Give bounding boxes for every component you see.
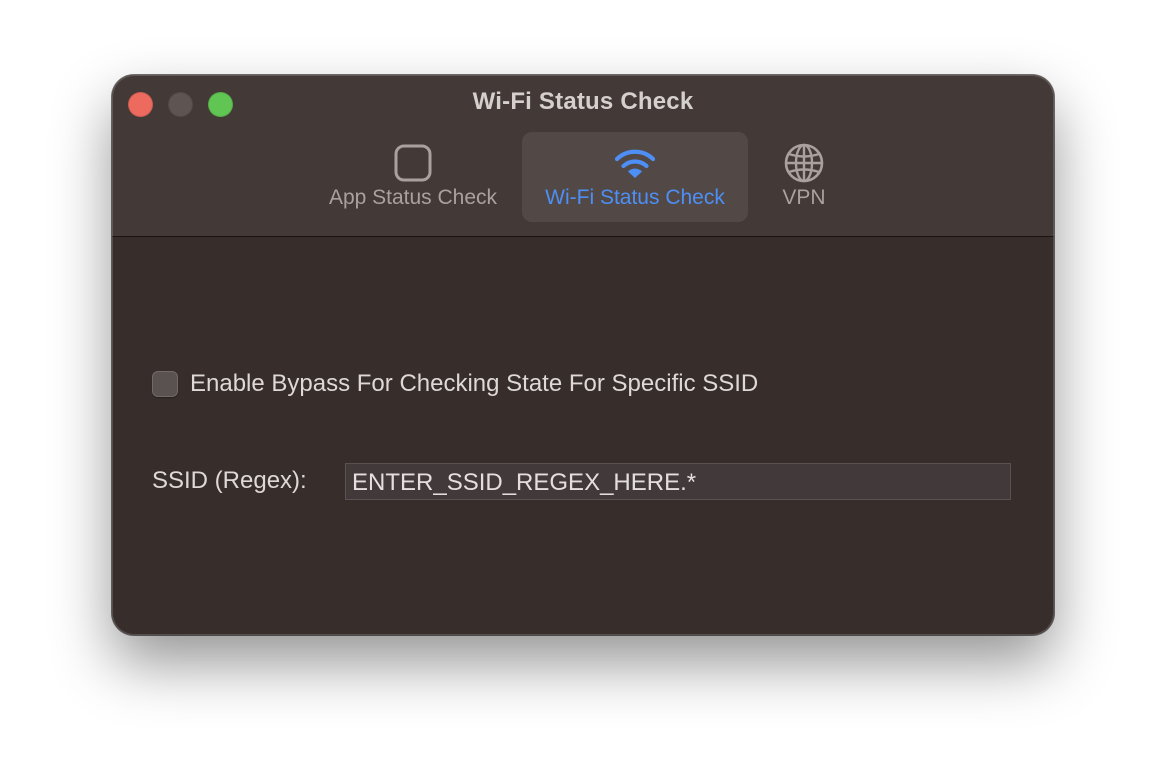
tab-app-status-check[interactable]: App Status Check	[308, 132, 518, 222]
tab-label: VPN	[782, 186, 826, 209]
bypass-checkbox[interactable]	[152, 371, 178, 397]
toolbar: Wi-Fi Status Check App Status Check Wi-F…	[112, 75, 1054, 237]
tab-wifi-status-check[interactable]: Wi-Fi Status Check	[522, 132, 748, 222]
app-square-icon	[394, 144, 432, 182]
content-pane: Enable Bypass For Checking State For Spe…	[112, 237, 1054, 635]
tab-label: Wi-Fi Status Check	[545, 186, 725, 209]
bypass-checkbox-row[interactable]: Enable Bypass For Checking State For Spe…	[152, 370, 758, 398]
window-title: Wi-Fi Status Check	[472, 88, 694, 115]
ssid-label: SSID (Regex):	[152, 467, 307, 494]
preferences-window: Wi-Fi Status Check App Status Check Wi-F…	[112, 75, 1054, 635]
tab-vpn[interactable]: VPN	[752, 132, 856, 222]
bypass-checkbox-label[interactable]: Enable Bypass For Checking State For Spe…	[190, 370, 758, 398]
globe-icon	[784, 143, 824, 183]
wifi-icon	[614, 149, 656, 178]
ssid-regex-input[interactable]: ENTER_SSID_REGEX_HERE.*	[345, 463, 1011, 500]
tab-label: App Status Check	[328, 186, 498, 209]
